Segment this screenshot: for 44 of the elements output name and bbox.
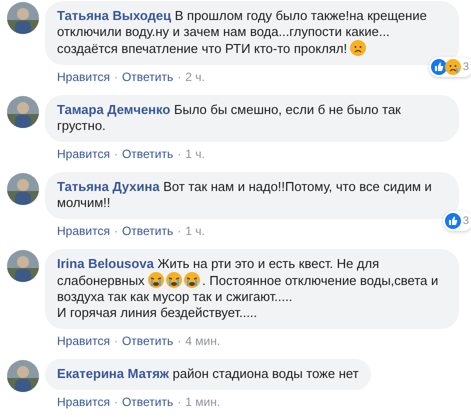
sad-face-icon [350, 40, 366, 56]
action-link[interactable]: Ответить [122, 146, 174, 162]
action-link[interactable]: Ответить [122, 333, 174, 349]
comment-time: 1 ч. [185, 146, 205, 162]
separator-dot: · [114, 333, 118, 349]
action-link[interactable]: Нравится [57, 69, 110, 85]
crying-face-icon [184, 272, 200, 288]
action-link[interactable]: Ответить [122, 223, 174, 239]
separator-dot: · [177, 223, 182, 239]
comment-text: Татьяна Выходец В прошлом году было также!на крещение отключили воду.ну и зачем нам вода...глупости какие... создаётся впечатление что РТИ кто-то проклял! [57, 8, 428, 57]
action-link[interactable]: Ответить [122, 69, 174, 85]
author-name[interactable]: Татьяна Духина [57, 179, 160, 194]
sad-face-icon [444, 59, 461, 75]
comment-time: 2 ч. [185, 69, 205, 85]
crying-face-icon [148, 272, 164, 288]
author-name[interactable]: Irina Belousova [57, 256, 154, 271]
comment-text: Irina Belousova Жить на рти это и есть квест. Не для слабонервных . Постоянное отключение воды,света и воздуха так как мусор так и сжигают..... И горячая линия бездействует..... [57, 256, 440, 321]
crying-face-icon [166, 272, 182, 288]
comment-text: Тамара Демченко Было бы смешно, если б не было так грустно. [57, 102, 402, 134]
comment-time: 1 мин. [185, 394, 220, 410]
reaction-count: 3 [462, 61, 469, 73]
separator-dot: · [177, 333, 182, 349]
comment-text: Екатерина Матяж район стадиона воды тоже нет [57, 366, 359, 382]
separator-dot: · [114, 69, 118, 85]
separator-dot: · [177, 394, 182, 410]
author-name[interactable]: Тамара Демченко [57, 102, 170, 117]
thumbs-up-icon [430, 59, 447, 75]
separator-dot: · [114, 146, 118, 162]
action-link[interactable]: Нравится [57, 146, 110, 162]
action-link[interactable]: Ответить [122, 394, 174, 410]
separator-dot: · [114, 223, 118, 239]
author-name[interactable]: Екатерина Матяж [57, 366, 170, 381]
comment-time: 1 ч. [185, 223, 205, 239]
action-link[interactable]: Нравится [57, 394, 110, 410]
comment-time: 4 мин. [185, 333, 220, 349]
action-link[interactable]: Нравится [57, 333, 110, 349]
thumbs-up-icon [444, 213, 461, 229]
comment-text: Татьяна Духина Вот так нам и надо!!Потому, что все сидим и молчим!! [57, 179, 433, 211]
reaction-count: 3 [462, 215, 469, 227]
separator-dot: · [177, 146, 182, 162]
separator-dot: · [177, 69, 182, 85]
separator-dot: · [114, 394, 118, 410]
author-name[interactable]: Татьяна Выходец [57, 8, 172, 23]
action-link[interactable]: Нравится [57, 223, 110, 239]
